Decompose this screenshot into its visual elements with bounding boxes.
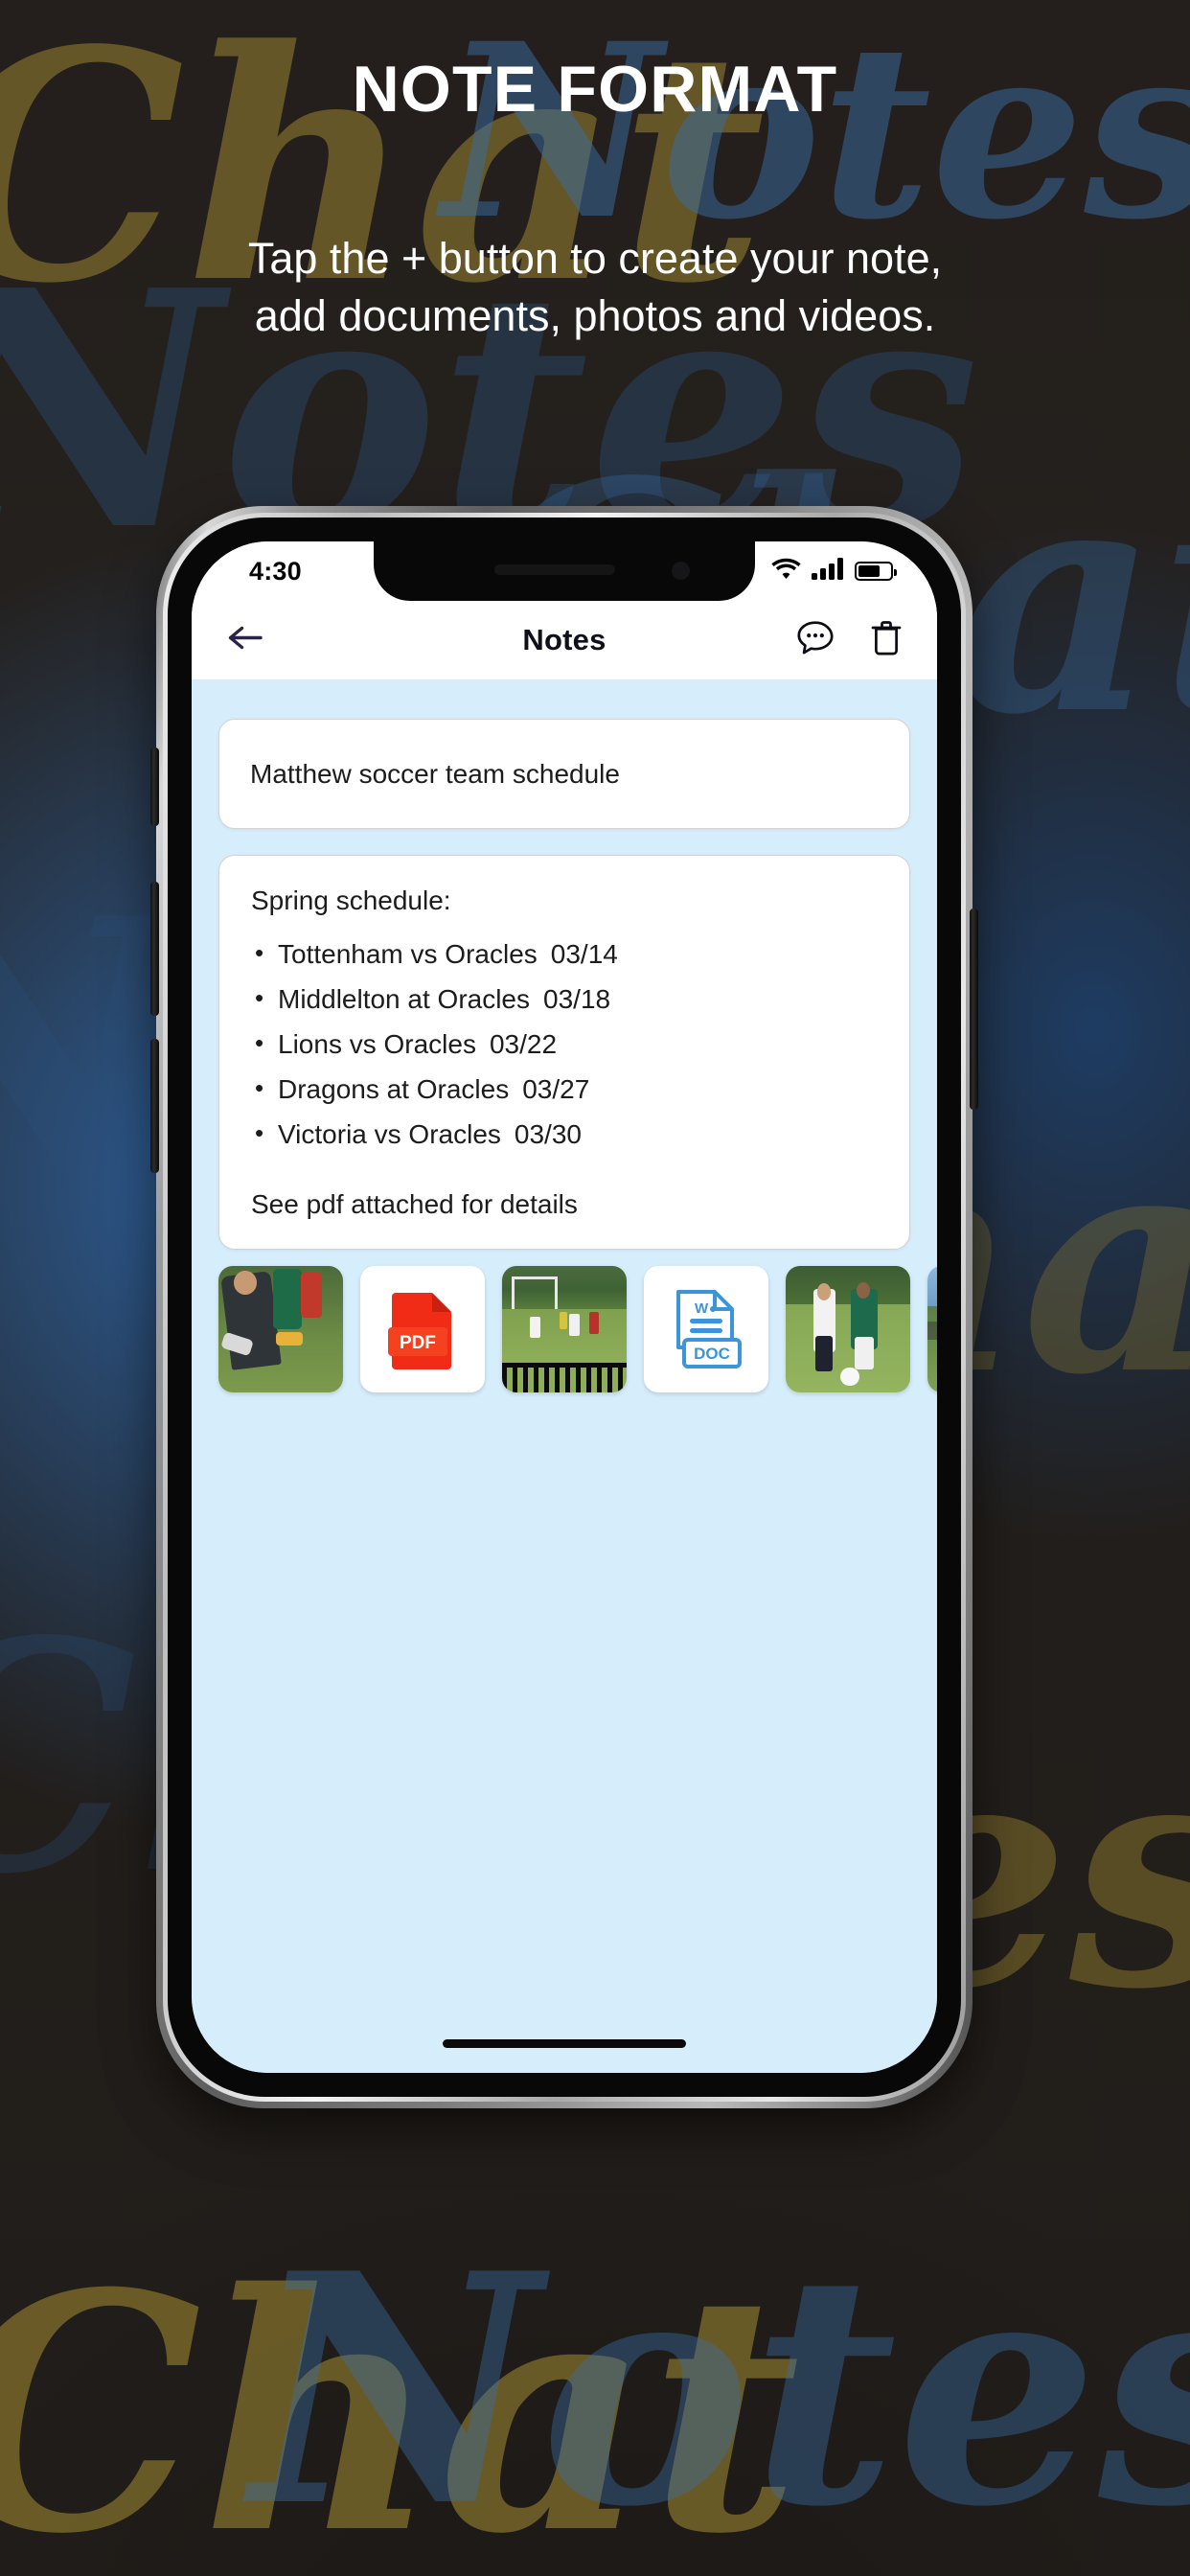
status-bar-icons bbox=[771, 558, 897, 585]
power-button[interactable] bbox=[970, 908, 978, 1110]
photo-content bbox=[786, 1266, 910, 1392]
schedule-date: 03/18 bbox=[543, 984, 611, 1014]
attachment-pdf[interactable]: PDF bbox=[360, 1266, 485, 1392]
home-indicator bbox=[443, 2039, 686, 2048]
earpiece-speaker bbox=[493, 564, 615, 575]
phone-body: 4:30 Notes Matthew soccer team schedule … bbox=[168, 518, 961, 2097]
attachment-photo-3[interactable] bbox=[786, 1266, 910, 1392]
attachment-photo-2[interactable] bbox=[502, 1266, 627, 1392]
cellular-signal-icon bbox=[812, 558, 844, 585]
schedule-match: Tottenham vs Oracles bbox=[278, 939, 538, 969]
list-item: Middlelton at Oracles 03/18 bbox=[251, 984, 878, 1031]
note-body-heading: Spring schedule: bbox=[251, 886, 451, 915]
word-doc-icon: W DOC bbox=[676, 1290, 742, 1368]
status-bar-time: 4:30 bbox=[249, 557, 302, 586]
schedule-list: Tottenham vs Oracles 03/14 Middlelton at … bbox=[251, 939, 878, 1166]
schedule-date: 03/27 bbox=[522, 1074, 590, 1104]
list-item: Victoria vs Oracles 03/30 bbox=[251, 1119, 878, 1166]
note-editor-body: Matthew soccer team schedule Spring sche… bbox=[192, 679, 937, 2073]
list-item: Dragons at Oracles 03/27 bbox=[251, 1074, 878, 1121]
attachment-doc[interactable]: W DOC bbox=[644, 1266, 768, 1392]
note-title-field[interactable]: Matthew soccer team schedule bbox=[218, 719, 910, 829]
attachment-photo-4[interactable] bbox=[927, 1266, 937, 1392]
attachment-photo-1[interactable] bbox=[218, 1266, 343, 1392]
nav-bar-actions bbox=[796, 619, 903, 662]
svg-text:PDF: PDF bbox=[400, 1333, 436, 1353]
schedule-match: Victoria vs Oracles bbox=[278, 1119, 501, 1149]
promo-subtitle-line-2: add documents, photos and videos. bbox=[254, 290, 936, 340]
photo-content bbox=[927, 1266, 937, 1392]
note-title-text: Matthew soccer team schedule bbox=[250, 758, 620, 789]
volume-down-button[interactable] bbox=[150, 1039, 159, 1173]
list-item: Tottenham vs Oracles 03/14 bbox=[251, 939, 878, 986]
note-body-footer: See pdf attached for details bbox=[251, 1189, 578, 1219]
promo-screenshot: Chat Notes Notes Chat Notes Chat Notes C… bbox=[0, 0, 1190, 2576]
svg-text:W: W bbox=[695, 1300, 709, 1317]
schedule-date: 03/30 bbox=[514, 1119, 582, 1149]
schedule-date: 03/22 bbox=[489, 1029, 558, 1059]
app-nav-bar: Notes bbox=[192, 601, 937, 679]
trash-icon[interactable] bbox=[870, 619, 903, 662]
phone-notch bbox=[374, 541, 755, 601]
attachment-strip: PDF W DOC bbox=[218, 1266, 937, 1392]
phone-screen: 4:30 Notes Matthew soccer team schedule … bbox=[192, 541, 937, 2073]
promo-headline: NOTE FORMAT bbox=[352, 53, 838, 126]
chat-bubble-icon[interactable] bbox=[796, 620, 835, 661]
schedule-match: Middlelton at Oracles bbox=[278, 984, 531, 1014]
photo-content bbox=[502, 1266, 627, 1392]
silent-switch-button[interactable] bbox=[150, 748, 159, 826]
promo-subtitle: Tap the + button to create your note, ad… bbox=[0, 230, 1190, 345]
battery-level-fill bbox=[858, 565, 881, 577]
phone-mockup: 4:30 Notes Matthew soccer team schedule … bbox=[150, 506, 978, 2108]
volume-up-button[interactable] bbox=[150, 882, 159, 1016]
wifi-icon bbox=[771, 558, 801, 585]
schedule-match: Lions vs Oracles bbox=[278, 1029, 476, 1059]
pdf-file-icon: PDF bbox=[388, 1293, 451, 1369]
battery-icon bbox=[855, 562, 897, 581]
back-arrow-icon[interactable] bbox=[226, 624, 264, 657]
front-camera-icon bbox=[672, 562, 690, 580]
photo-content bbox=[218, 1266, 343, 1392]
svg-text:DOC: DOC bbox=[694, 1345, 730, 1363]
note-body-field[interactable]: Spring schedule: Tottenham vs Oracles03/… bbox=[218, 855, 910, 1250]
list-item: Lions vs Oracles 03/22 bbox=[251, 1029, 878, 1076]
schedule-match: Dragons at Oracles bbox=[278, 1074, 510, 1104]
schedule-date: 03/14 bbox=[550, 939, 618, 969]
promo-subtitle-line-1: Tap the + button to create your note, bbox=[247, 234, 943, 283]
